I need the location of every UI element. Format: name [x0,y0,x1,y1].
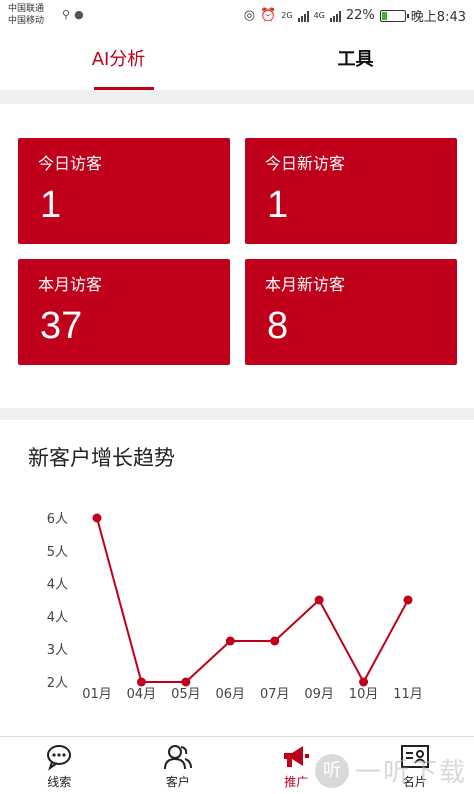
tab-ai-analysis[interactable]: AI分析 [0,30,237,90]
net-type-1: 2G [281,11,293,20]
carrier-info: 中国联通 中国移动 [8,3,44,27]
usb-icon: ⚲ [62,8,71,21]
stat-card-today-visitors[interactable]: 今日访客 1 [18,138,230,244]
x-tick-label: 05月 [171,687,201,702]
nav-customers[interactable]: 客户 [119,737,238,794]
data-point [359,677,369,687]
hotspot-icon: ◎ [243,8,256,23]
chart-title: 新客户增长趋势 [28,446,175,470]
stat-label: 今日访客 [38,154,103,173]
chat-bubble-icon [47,745,72,771]
nav-label: 推广 [284,775,309,789]
carrier-1: 中国联通 [8,4,45,14]
battery-icon [379,9,409,22]
y-tick-label: 4人 [47,610,68,625]
stat-value: 8 [267,305,289,347]
battery-percent: 22% [345,8,375,23]
x-tick-label: 01月 [82,687,112,702]
qq-icon: ● [74,8,84,21]
watermark: 听 一听下载 [315,752,467,789]
nav-label: 线索 [47,775,72,789]
y-tick-label: 6人 [47,512,68,527]
users-icon [163,745,192,770]
data-point [136,677,146,687]
nav-leads[interactable]: 线索 [0,737,119,794]
stat-value: 1 [267,184,289,226]
nav-label: 客户 [165,775,190,789]
y-tick-label: 3人 [47,643,68,658]
data-point [92,513,102,523]
stat-value: 1 [40,184,62,226]
stat-card-today-new-visitors[interactable]: 今日新访客 1 [245,138,457,244]
top-tabs: AI分析 工具 [0,30,474,90]
x-tick-label: 06月 [216,687,246,702]
stat-label: 今日新访客 [265,154,346,173]
stat-card-month-visitors[interactable]: 本月访客 37 [18,259,230,365]
stats-section: 今日访客 1 今日新访客 1 本月访客 37 本月新访客 8 [0,104,474,408]
alarm-icon: ⏰ [260,8,277,23]
status-bar: 中国联通 中国移动 ⚲ ● ◎ ⏰ 2G 4G 22% 晚上8:43 [0,0,474,30]
data-point [270,636,280,646]
trend-section: 2人 3人 4人 4人 5人 6人 01月 04月 05月 06月 07月 09月 10月 11月 新客户… [0,420,474,736]
data-point [181,677,191,687]
clock: 晚上8:43 [410,10,466,25]
y-tick-label: 2人 [47,676,68,691]
watermark-text: 一听下载 [355,758,468,788]
stat-label: 本月新访客 [265,275,346,294]
data-point [314,595,324,605]
y-tick-label: 4人 [47,578,68,593]
tab-tools[interactable]: 工具 [237,30,474,90]
signal-icon [297,10,309,22]
stat-card-month-new-visitors[interactable]: 本月新访客 8 [245,259,457,365]
x-tick-label: 10月 [349,687,379,702]
stat-label: 本月访客 [38,275,103,294]
net-type-2: 4G [313,11,325,20]
y-tick-label: 5人 [47,545,68,560]
carrier-2: 中国移动 [8,16,45,26]
stat-value: 37 [40,305,83,347]
x-tick-label: 09月 [304,687,334,702]
watermark-logo: 听 [315,753,349,788]
data-point [225,636,235,646]
x-tick-label: 04月 [127,687,157,702]
x-tick-label: 11月 [393,687,423,702]
x-tick-label: 07月 [260,687,290,702]
signal-icon-2 [329,10,341,22]
series-line [96,517,409,685]
data-point [403,595,413,605]
megaphone-icon [284,746,310,767]
